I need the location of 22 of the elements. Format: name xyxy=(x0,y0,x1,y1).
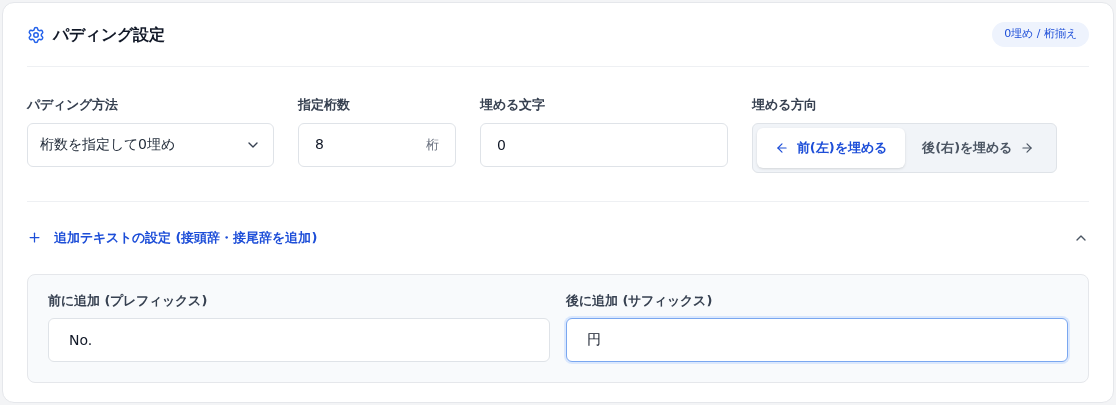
direction-option[interactable]: 前(左)を埋める xyxy=(757,127,905,168)
field-label: 埋める方向 xyxy=(752,96,818,114)
unit-label: 桁 xyxy=(426,135,439,154)
field-label: 埋める文字 xyxy=(480,96,546,114)
input-field[interactable]: 円 xyxy=(566,318,1068,362)
field-label: 指定桁数 xyxy=(298,96,351,114)
input-field[interactable]: 0 xyxy=(480,122,728,167)
plus-icon xyxy=(27,230,42,245)
field-label: 後に追加 (サフィックス) xyxy=(566,291,714,310)
field-label: パディング方法 xyxy=(27,96,119,114)
input-field[interactable]: No. xyxy=(48,318,550,362)
accordion-header[interactable]: 追加テキストの設定 (接頭辞・接尾辞を追加) xyxy=(27,201,1089,274)
method-select[interactable]: 桁数を指定して0埋め xyxy=(27,122,274,167)
arrow-right-icon xyxy=(1020,140,1035,155)
tag: 0埋め / 桁揃え xyxy=(992,22,1089,47)
settings-icon xyxy=(27,25,45,44)
direction-option[interactable]: 後(右)を埋める xyxy=(904,127,1052,168)
field-value: 8 xyxy=(315,135,324,154)
arrow-left-icon xyxy=(774,140,789,155)
field-label: 前に追加 (プレフィックス) xyxy=(48,291,209,310)
digits-field[interactable]: 8 桁 xyxy=(298,122,456,167)
panel-title: パディング設定 xyxy=(53,23,165,46)
